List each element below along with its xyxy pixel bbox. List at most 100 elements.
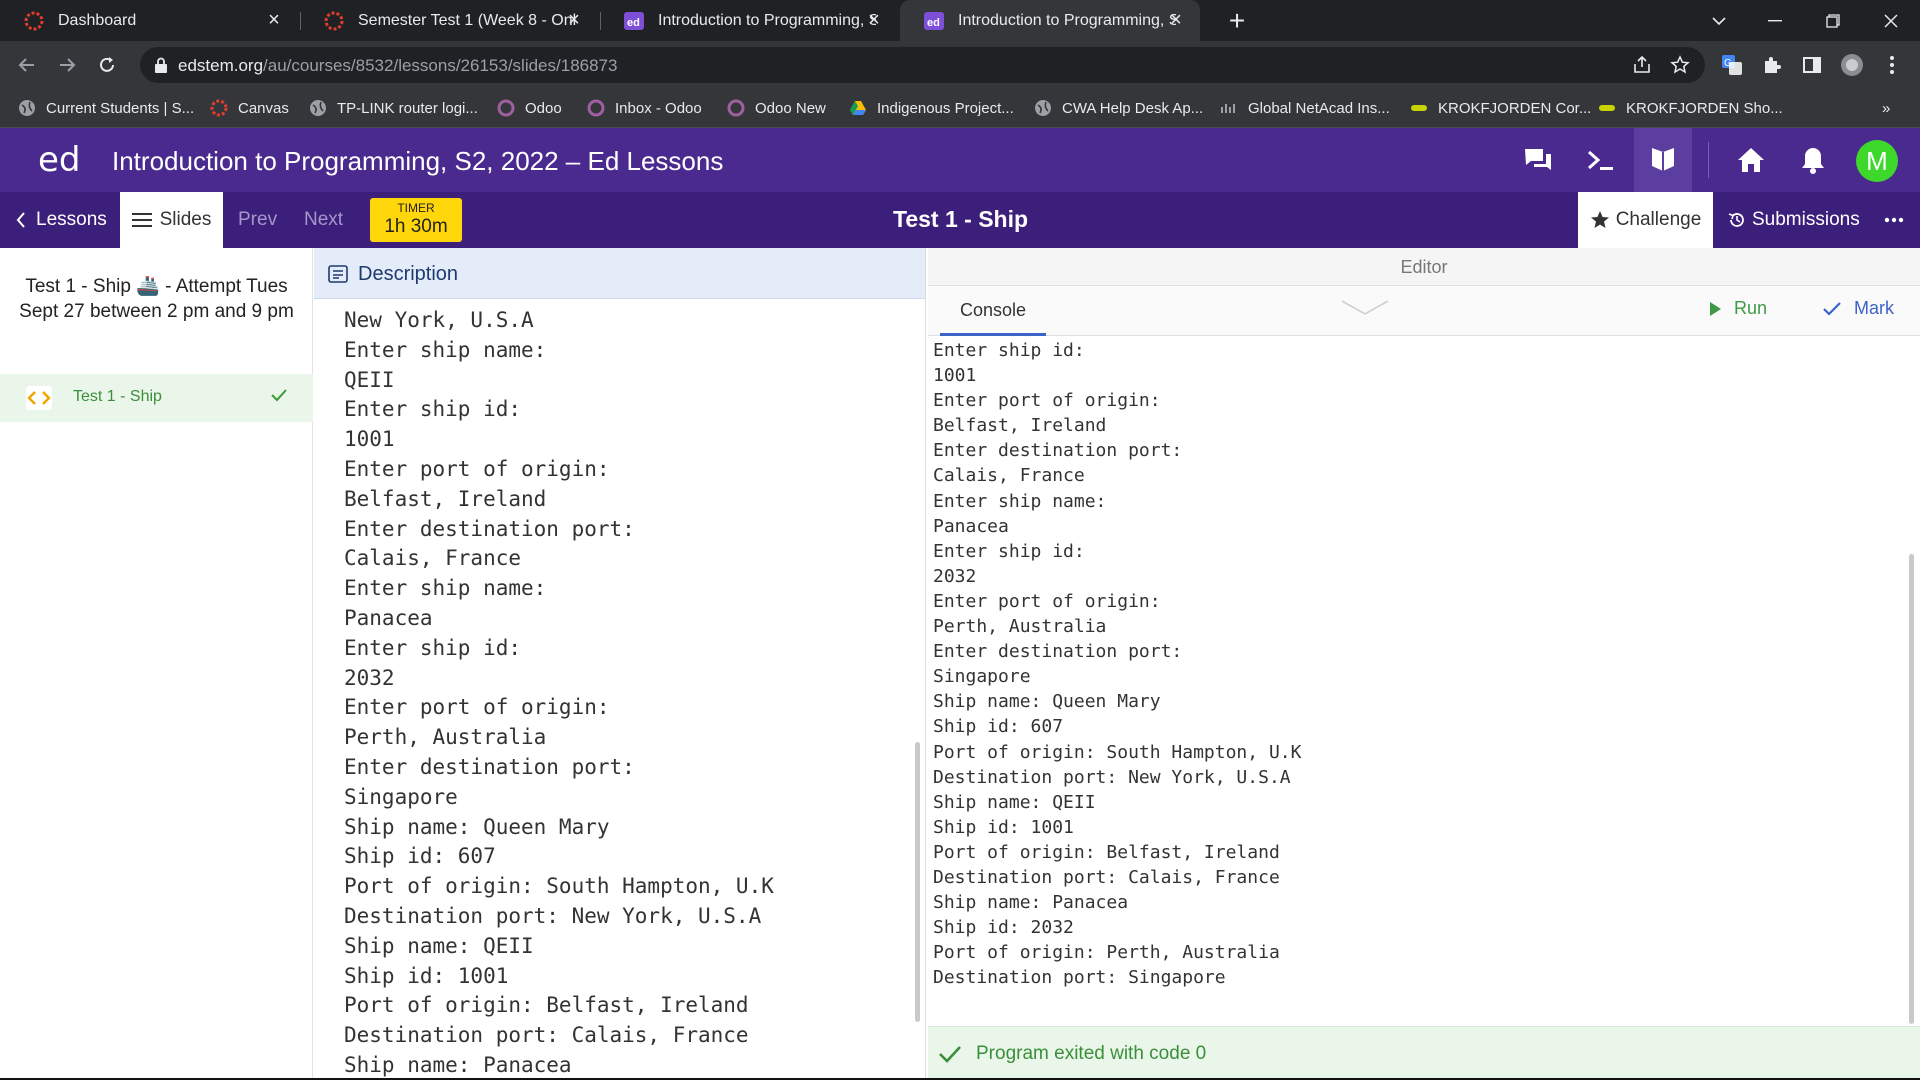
krokfjorden-icon	[1598, 99, 1616, 117]
sidebar-item-label: Test 1 - Ship	[73, 388, 162, 405]
checkmark-icon	[938, 1044, 962, 1064]
timer-badge: TIMER 1h 30m	[370, 198, 462, 242]
bookmark-label: Current Students | S...	[46, 99, 195, 117]
back-arrow-icon[interactable]	[12, 50, 42, 80]
sidebar-item-test-1-ship[interactable]: Test 1 - Ship	[0, 374, 313, 422]
bookmark-krokfjorden-cor[interactable]: KROKFJORDEN Cor...	[1410, 97, 1591, 119]
minimize-icon[interactable]	[1750, 0, 1800, 41]
console-line: Ship id: 1001	[933, 816, 1074, 838]
odoo-icon	[727, 99, 745, 117]
close-icon[interactable]: ×	[264, 10, 284, 30]
globe-icon	[18, 99, 36, 117]
ed-icon: ed	[624, 11, 644, 31]
bookmark-canvas[interactable]: Canvas	[210, 97, 289, 119]
bookmark-global-netacad[interactable]: Global NetAcad Ins...	[1220, 97, 1390, 119]
window-close-icon[interactable]	[1866, 0, 1916, 41]
close-icon[interactable]: ×	[864, 10, 884, 30]
bookmark-label: Odoo	[525, 99, 562, 117]
browser-tab-intro-programming[interactable]: ed Introduction to Programming, S2 ×	[600, 0, 898, 41]
console-output[interactable]: Enter ship id: 1001 Enter port of origin: B…	[933, 336, 1903, 1026]
document-icon	[328, 265, 348, 283]
browser-tab-semester-test[interactable]: Semester Test 1 (Week 8 - Online ×	[300, 0, 598, 41]
globe-icon	[309, 99, 327, 117]
bookmark-indigenous-project[interactable]: Indigenous Project...	[849, 97, 1014, 119]
terminal-icon[interactable]	[1584, 144, 1618, 176]
url-text: edstem.org/au/courses/8532/lessons/26153…	[178, 56, 617, 76]
timer-label: TIMER	[397, 201, 435, 215]
close-icon[interactable]: ×	[1166, 10, 1186, 30]
bookmark-odoo[interactable]: Odoo	[497, 97, 562, 119]
forward-arrow-icon[interactable]	[52, 50, 82, 80]
description-header[interactable]: Description	[314, 248, 925, 299]
console-line: Singapore	[933, 666, 1031, 688]
bookmark-krokfjorden-sho[interactable]: KROKFJORDEN Sho...	[1598, 97, 1783, 119]
extensions-puzzle-icon[interactable]	[1760, 53, 1784, 77]
more-options-icon[interactable]	[1884, 192, 1904, 248]
share-icon[interactable]	[1630, 53, 1654, 77]
more-bookmarks-chevron-icon[interactable]: »	[1882, 97, 1890, 119]
description-line: Ship id: 1001	[344, 963, 509, 988]
odoo-icon	[587, 99, 605, 117]
lessons-back-button[interactable]: Lessons	[16, 192, 107, 248]
bookmark-label: KROKFJORDEN Cor...	[1438, 99, 1592, 117]
slides-button[interactable]: Slides	[120, 192, 223, 248]
console-line: Perth, Australia	[933, 616, 1107, 638]
chevron-left-icon	[16, 211, 26, 229]
profile-icon[interactable]	[1840, 53, 1864, 77]
timer-value: 1h 30m	[384, 216, 448, 237]
challenge-label: Challenge	[1615, 209, 1702, 230]
bookmark-odoo-new[interactable]: Odoo New	[727, 97, 826, 119]
home-icon[interactable]	[1734, 144, 1768, 176]
ed-logo[interactable]: ed	[38, 140, 81, 180]
discussion-icon[interactable]	[1521, 144, 1555, 176]
translate-icon[interactable]: G	[1720, 53, 1744, 77]
console-line: Ship name: Queen Mary	[933, 691, 1161, 713]
notification-bell-icon[interactable]	[1796, 144, 1830, 176]
restore-icon[interactable]	[1808, 0, 1858, 41]
side-panel-icon[interactable]	[1800, 53, 1824, 77]
lessons-book-icon[interactable]	[1634, 128, 1692, 192]
challenge-tab[interactable]: Challenge	[1578, 192, 1713, 248]
console-line: Enter port of origin:	[933, 390, 1161, 412]
new-tab-plus-icon[interactable]: +	[1222, 6, 1252, 36]
star-bookmark-icon[interactable]	[1668, 53, 1692, 77]
console-bar: Console Run Mark	[928, 286, 1920, 336]
browser-tab-intro-programming-active[interactable]: ed Introduction to Programming, S2 ×	[900, 0, 1200, 41]
chevron-down-icon[interactable]	[1340, 298, 1390, 318]
menu-kebab-icon[interactable]	[1880, 53, 1904, 77]
description-line: Destination port: Calais, France	[344, 1023, 749, 1048]
run-button[interactable]: Run	[1708, 298, 1767, 319]
next-button[interactable]: Next	[304, 192, 343, 248]
console-line: Enter destination port:	[933, 641, 1183, 663]
reload-icon[interactable]	[92, 50, 122, 80]
tab-search-chevron-icon[interactable]	[1694, 0, 1744, 41]
description-line: Ship name: Panacea	[344, 1052, 572, 1077]
tab-console[interactable]: Console	[940, 286, 1046, 336]
avatar[interactable]: M	[1856, 140, 1898, 182]
submissions-tab[interactable]: Submissions	[1728, 192, 1860, 248]
address-bar[interactable]: edstem.org/au/courses/8532/lessons/26153…	[140, 47, 1705, 83]
browser-tab-dashboard[interactable]: Dashboard ×	[0, 0, 298, 41]
description-scrollbar[interactable]	[915, 742, 920, 1022]
lesson-title: Test 1 - Ship 🚢 - Attempt Tues Sept 27 b…	[19, 276, 294, 322]
console-line: Port of origin: Belfast, Ireland	[933, 841, 1280, 863]
play-icon	[1708, 301, 1722, 317]
prev-button[interactable]: Prev	[238, 192, 277, 248]
submissions-label: Submissions	[1752, 209, 1860, 230]
description-line: Ship id: 607	[344, 844, 496, 869]
lock-icon[interactable]	[154, 57, 168, 73]
console-line: Destination port: Singapore	[933, 967, 1226, 989]
console-scrollbar[interactable]	[1909, 554, 1914, 1024]
close-icon[interactable]: ×	[564, 10, 584, 30]
bookmark-inbox-odoo[interactable]: Inbox - Odoo	[587, 97, 702, 119]
description-title: Description	[358, 263, 459, 285]
bookmark-tplink[interactable]: TP-LINK router logi...	[309, 97, 478, 119]
mark-label: Mark	[1854, 298, 1894, 318]
checkmark-icon	[270, 386, 288, 404]
bookmark-cwa-help-desk[interactable]: CWA Help Desk Ap...	[1034, 97, 1203, 119]
description-line: Enter port of origin:	[344, 695, 610, 720]
bookmark-current-students[interactable]: Current Students | S...	[18, 97, 194, 119]
console-line: Ship id: 2032	[933, 917, 1074, 939]
google-drive-icon	[849, 99, 867, 117]
mark-button[interactable]: Mark	[1822, 298, 1894, 319]
